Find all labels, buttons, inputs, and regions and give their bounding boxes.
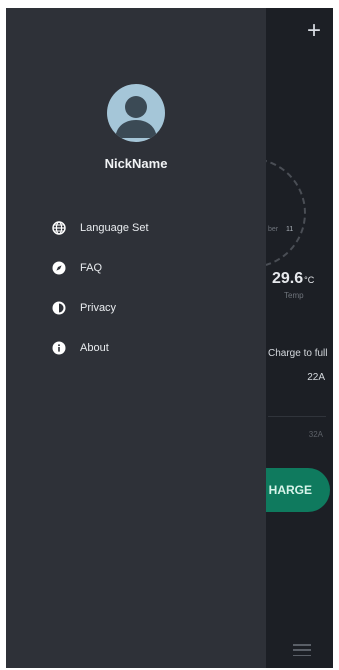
menu-item-about[interactable]: About xyxy=(52,338,149,358)
menu-item-privacy[interactable]: Privacy xyxy=(52,298,149,318)
menu-item-label: FAQ xyxy=(80,262,103,274)
menu-item-label: Privacy xyxy=(80,302,117,314)
menu-item-language-set[interactable]: Language Set xyxy=(52,218,149,238)
charge-to-full-label: Charge to full xyxy=(268,348,328,359)
compass-icon xyxy=(52,261,66,275)
info-icon xyxy=(52,341,66,355)
temperature-unit: °C xyxy=(304,275,315,285)
app-screen: + ber 11 29.6°C Temp Charge to full 22A … xyxy=(6,8,333,668)
globe-icon xyxy=(52,221,66,235)
charge-button-label: HARGE xyxy=(268,483,312,497)
max-amps-label: 32A xyxy=(308,430,323,439)
add-icon[interactable]: + xyxy=(303,19,325,43)
avatar[interactable] xyxy=(107,84,165,142)
menu-item-label: About xyxy=(80,342,109,354)
drawer-menu: Language Set FAQ Privacy About xyxy=(52,218,149,378)
temperature-label: Temp xyxy=(284,291,304,300)
hamburger-menu-icon[interactable] xyxy=(293,644,311,656)
gauge-label: ber xyxy=(268,226,279,233)
temperature-value: 29.6 xyxy=(272,270,304,287)
navigation-drawer: NickName Language Set FAQ Privacy About xyxy=(6,8,266,668)
user-nickname[interactable]: NickName xyxy=(6,156,266,171)
menu-item-faq[interactable]: FAQ xyxy=(52,258,149,278)
gauge-value: 11 xyxy=(286,226,294,233)
divider xyxy=(268,416,326,417)
user-avatar-icon xyxy=(115,96,157,138)
temperature-readout: 29.6°C xyxy=(272,270,314,288)
charge-to-full-value: 22A xyxy=(307,372,325,383)
menu-item-label: Language Set xyxy=(80,222,149,234)
privacy-icon xyxy=(52,301,66,315)
